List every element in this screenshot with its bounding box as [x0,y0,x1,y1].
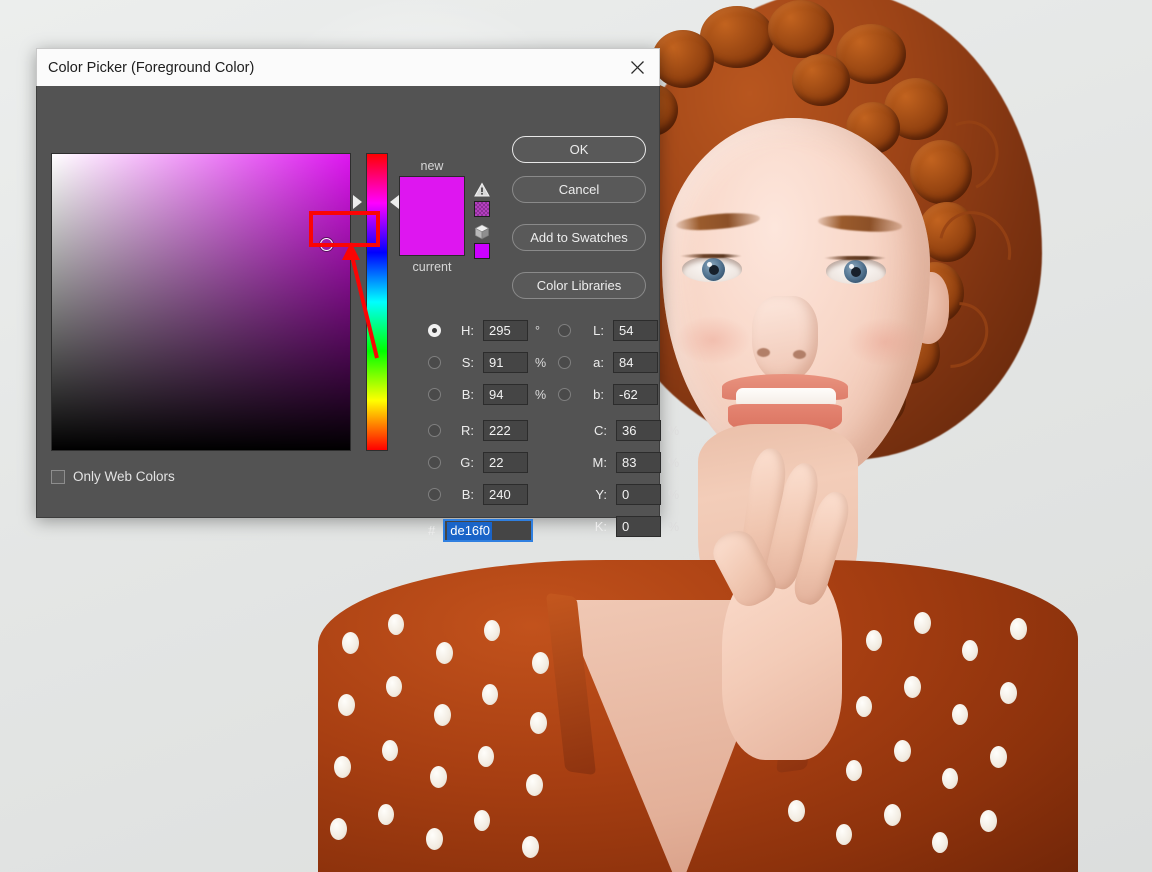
hair-curl [768,0,834,58]
hair-curl [652,30,714,88]
radio-b-brightness[interactable] [428,388,441,401]
radio-b-lab[interactable] [558,388,571,401]
hex-value: de16f0 [447,521,492,540]
nostril-left [757,348,770,357]
label-k: K: [594,519,607,534]
field-row-c: C: 36 % [558,420,679,441]
hue-slider-handle-right[interactable] [390,195,399,209]
blush-right [848,318,922,366]
input-c[interactable]: 36 [616,420,661,441]
label-r: R: [461,423,474,438]
unit-y: % [668,487,680,502]
field-row-b-lab: b: -62 [558,384,658,405]
hue-slider[interactable] [366,153,388,451]
color-libraries-button[interactable]: Color Libraries [512,272,646,299]
web-safe-cube-icon[interactable] [474,224,490,240]
label-s: S: [461,355,474,370]
label-b-blue: B: [461,487,474,502]
radio-a[interactable] [558,356,571,369]
label-b-lab: b: [593,387,604,402]
input-a[interactable]: 84 [613,352,658,373]
label-c: C: [594,423,607,438]
only-web-colors-label: Only Web Colors [73,469,175,484]
eyelash-right [824,256,886,260]
radio-s[interactable] [428,356,441,369]
unit-h: ° [535,323,540,338]
nose [752,296,818,382]
web-safe-color-swatch[interactable] [474,243,490,259]
close-icon[interactable] [615,50,659,86]
gamut-warning-triangle-icon[interactable] [474,182,490,198]
color-picker-dialog: Color Picker (Foreground Color) new curr… [36,48,679,542]
label-h: H: [461,323,474,338]
input-y[interactable]: 0 [616,484,661,505]
input-s[interactable]: 91 [483,352,528,373]
radio-l[interactable] [558,324,571,337]
only-web-colors-checkbox[interactable]: Only Web Colors [51,469,175,484]
field-row-b-brightness: B: 94 % [428,384,546,405]
cancel-button[interactable]: Cancel [512,176,646,203]
input-l[interactable]: 54 [613,320,658,341]
field-row-k: K: 0 % [558,516,679,537]
checkbox-box[interactable] [51,469,65,484]
label-a: a: [593,355,604,370]
label-y: Y: [595,487,607,502]
field-row-a: a: 84 [558,352,658,373]
eye-glint-left [707,262,712,267]
field-row-g: G: 22 [428,452,528,473]
field-row-h: H: 295 ° [428,320,540,341]
input-h[interactable]: 295 [483,320,528,341]
input-k[interactable]: 0 [616,516,661,537]
radio-r[interactable] [428,424,441,437]
current-color-swatch[interactable] [400,216,464,255]
dialog-titlebar[interactable]: Color Picker (Foreground Color) [36,48,660,86]
hair-curl [792,54,850,106]
field-row-r: R: 222 [428,420,528,441]
eyelash-left [680,254,742,258]
hue-slider-handle-left[interactable] [353,195,362,209]
unit-m: % [668,455,680,470]
label-g: G: [460,455,474,470]
radio-b-blue[interactable] [428,488,441,501]
unit-b-brightness: % [535,387,547,402]
gamut-alternate-color-swatch[interactable] [474,201,490,217]
eye-glint-right [849,264,854,269]
unit-k: % [668,519,680,534]
hex-input[interactable]: de16f0 [443,519,534,542]
new-color-swatch[interactable] [400,177,464,216]
radio-g[interactable] [428,456,441,469]
input-b-brightness[interactable]: 94 [483,384,528,405]
add-to-swatches-button[interactable]: Add to Swatches [512,224,646,251]
radio-h[interactable] [428,324,441,337]
field-row-hex: # de16f0 [428,519,534,542]
current-color-label: current [412,260,452,274]
label-l: L: [593,323,604,338]
label-b-brightness: B: [461,387,474,402]
ok-button[interactable]: OK [512,136,646,163]
sb-field-marker [320,238,333,251]
dialog-title: Color Picker (Foreground Color) [48,59,255,76]
field-row-m: M: 83 % [558,452,679,473]
saturation-brightness-field[interactable] [51,153,351,451]
unit-s: % [535,355,547,370]
field-row-y: Y: 0 % [558,484,679,505]
color-preview[interactable] [399,176,465,256]
nostril-right [793,350,806,359]
field-row-s: S: 91 % [428,352,546,373]
dialog-body: new current OK Cancel Add to Swatches Co… [36,86,679,542]
field-row-b-blue: B: 240 [428,484,528,505]
input-b-blue[interactable]: 240 [483,484,528,505]
label-m: M: [592,455,607,470]
input-b-lab[interactable]: -62 [613,384,658,405]
new-color-label: new [420,159,444,173]
input-m[interactable]: 83 [616,452,661,473]
hex-symbol: # [428,523,436,538]
field-row-l: L: 54 [558,320,658,341]
input-r[interactable]: 222 [483,420,528,441]
unit-c: % [668,423,680,438]
blush-left [676,316,750,364]
input-g[interactable]: 22 [483,452,528,473]
